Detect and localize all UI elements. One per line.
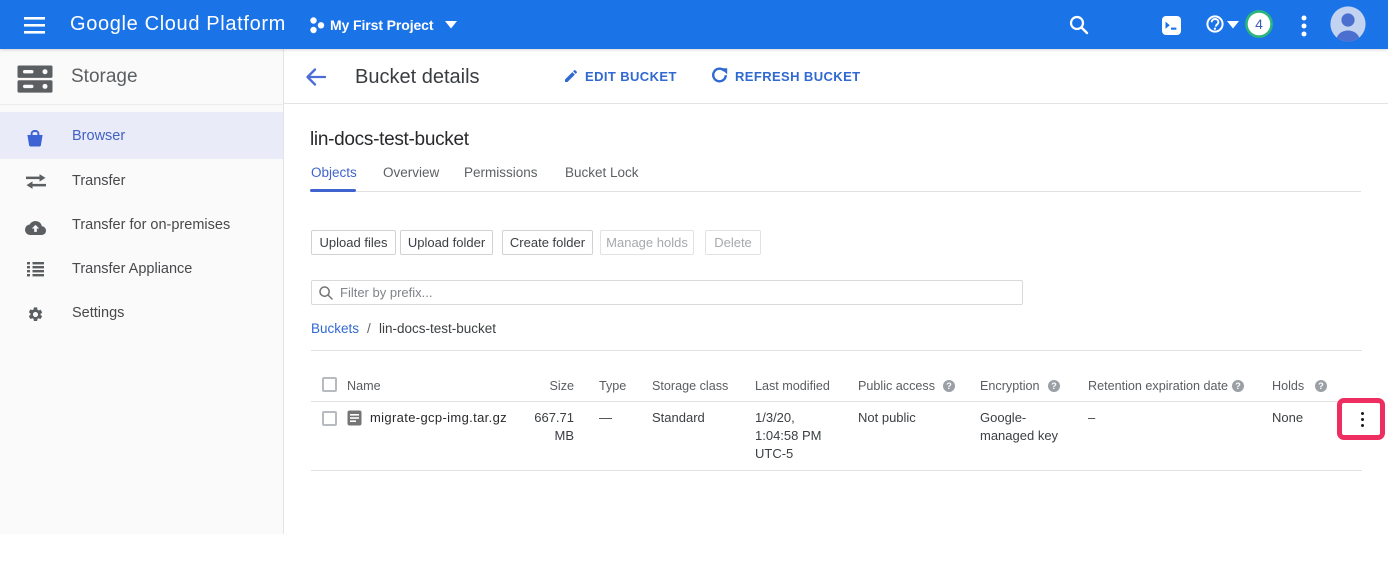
svg-text:4: 4 [1255, 16, 1263, 32]
